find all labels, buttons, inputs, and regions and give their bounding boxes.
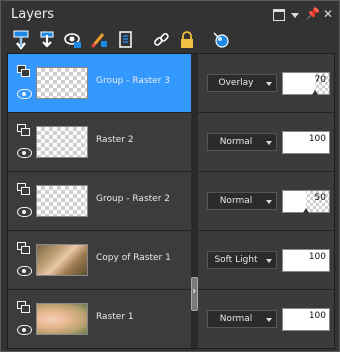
paint-layer-icon[interactable] bbox=[89, 29, 109, 51]
layer-name: Raster 1 bbox=[96, 312, 134, 322]
visibility-eye-icon[interactable] bbox=[17, 89, 32, 99]
blend-mode-label: Normal bbox=[219, 137, 253, 147]
chevron-down-icon bbox=[266, 141, 272, 145]
chevron-down-icon bbox=[266, 200, 272, 204]
layer-type-icon[interactable] bbox=[17, 124, 31, 136]
layer-properties-icon[interactable] bbox=[115, 29, 135, 51]
visibility-eye-icon[interactable] bbox=[17, 207, 32, 217]
layer-cell[interactable]: Raster 1 bbox=[8, 290, 191, 348]
layer-cell[interactable]: Group - Raster 3 bbox=[8, 54, 191, 112]
layer-props-cell: Normal 50 bbox=[198, 172, 334, 230]
layer-cell[interactable]: Group - Raster 2 bbox=[8, 172, 191, 230]
layer-type-icon[interactable] bbox=[17, 65, 31, 77]
layer-list: Group - Raster 3 Overlay 70 Raster 2 Normal 1… bbox=[7, 53, 335, 349]
blend-mode-dropdown[interactable]: Overlay bbox=[207, 74, 277, 92]
opacity-slider[interactable]: 100 bbox=[282, 131, 330, 154]
opacity-slider[interactable]: 70 bbox=[282, 72, 330, 95]
layers-palette: Layers 📌 ✕ Group - Raster 3 Overlay 70 R… bbox=[0, 0, 340, 352]
visibility-eye-icon[interactable] bbox=[17, 266, 32, 276]
title-bar: Layers 📌 ✕ bbox=[1, 1, 339, 29]
layer-props-cell: Soft Light 100 bbox=[198, 231, 334, 289]
opacity-fill bbox=[283, 73, 315, 94]
opacity-value: 100 bbox=[308, 134, 326, 144]
blend-mode-label: Overlay bbox=[218, 78, 254, 88]
layer-row[interactable]: Group - Raster 3 Overlay 70 bbox=[8, 54, 334, 113]
visibility-toggle-icon[interactable] bbox=[211, 29, 231, 51]
layer-row[interactable]: Raster 2 Normal 100 bbox=[8, 113, 334, 172]
chevron-down-icon bbox=[266, 259, 272, 263]
blend-mode-dropdown[interactable]: Normal bbox=[207, 133, 277, 151]
opacity-slider[interactable]: 50 bbox=[282, 190, 330, 213]
new-raster-layer-icon[interactable] bbox=[11, 29, 31, 51]
layer-thumbnail bbox=[36, 126, 88, 158]
opacity-value: 50 bbox=[314, 193, 326, 203]
layer-cell[interactable]: Raster 2 bbox=[8, 113, 191, 171]
opacity-value: 100 bbox=[308, 252, 326, 262]
blend-mode-dropdown[interactable]: Normal bbox=[207, 310, 277, 328]
lock-icon[interactable] bbox=[177, 29, 197, 51]
new-mask-layer-icon[interactable] bbox=[63, 29, 83, 51]
layer-thumbnail bbox=[36, 67, 88, 99]
layer-type-icon[interactable] bbox=[17, 183, 31, 195]
layer-type-icon[interactable] bbox=[17, 242, 31, 254]
blend-mode-label: Normal bbox=[219, 196, 253, 206]
visibility-eye-icon[interactable] bbox=[17, 325, 32, 335]
blend-mode-dropdown[interactable]: Normal bbox=[207, 192, 277, 210]
maximize-icon[interactable] bbox=[273, 9, 285, 21]
layer-name: Group - Raster 2 bbox=[96, 194, 170, 204]
layer-name: Copy of Raster 1 bbox=[96, 253, 171, 263]
splitter-handle[interactable] bbox=[191, 277, 198, 311]
layer-name: Raster 2 bbox=[96, 135, 134, 145]
layer-thumbnail bbox=[36, 303, 88, 335]
opacity-marker bbox=[303, 208, 309, 213]
blend-mode-dropdown[interactable]: Soft Light bbox=[207, 251, 277, 269]
layer-props-cell: Normal 100 bbox=[198, 113, 334, 171]
opacity-slider[interactable]: 100 bbox=[282, 249, 330, 272]
link-icon[interactable] bbox=[151, 29, 171, 51]
blend-mode-label: Soft Light bbox=[214, 255, 258, 265]
layers-toolbar bbox=[1, 29, 339, 53]
layer-row[interactable]: Group - Raster 2 Normal 50 bbox=[8, 172, 334, 231]
layer-name: Group - Raster 3 bbox=[96, 76, 170, 86]
palette-title: Layers bbox=[11, 7, 55, 22]
chevron-down-icon bbox=[266, 82, 272, 86]
layer-thumbnail bbox=[36, 244, 88, 276]
opacity-value: 70 bbox=[314, 75, 326, 85]
new-layer-down-icon[interactable] bbox=[37, 29, 57, 51]
opacity-marker bbox=[312, 90, 318, 95]
close-icon[interactable]: ✕ bbox=[323, 7, 335, 21]
opacity-value: 100 bbox=[308, 311, 326, 321]
layer-props-cell: Overlay 70 bbox=[198, 54, 334, 112]
blend-mode-label: Normal bbox=[219, 314, 253, 324]
chevron-down-icon bbox=[266, 318, 272, 322]
pin-icon[interactable]: 📌 bbox=[306, 7, 320, 20]
layer-cell[interactable]: Copy of Raster 1 bbox=[8, 231, 191, 289]
layer-props-cell: Normal 100 bbox=[198, 290, 334, 348]
layer-thumbnail bbox=[36, 185, 88, 217]
opacity-slider[interactable]: 100 bbox=[282, 308, 330, 331]
layer-row[interactable]: Copy of Raster 1 Soft Light 100 bbox=[8, 231, 334, 290]
palette-menu-icon[interactable] bbox=[291, 13, 299, 18]
layer-row[interactable]: Raster 1 Normal 100 bbox=[8, 290, 334, 348]
layer-type-icon[interactable] bbox=[17, 301, 31, 313]
visibility-eye-icon[interactable] bbox=[17, 148, 32, 158]
